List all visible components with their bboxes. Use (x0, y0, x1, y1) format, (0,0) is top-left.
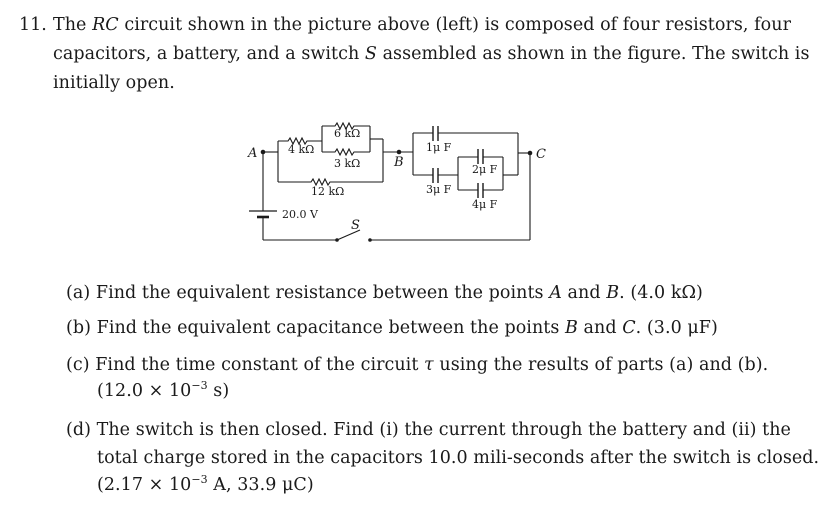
part-a: (a) Find the equivalent resistance betwe… (66, 283, 703, 303)
part-d-line-2: total charge stored in the capacitors 10… (97, 448, 819, 468)
tau-symbol: τ (424, 355, 434, 375)
part-d: (d) The switch is then closed. Find (i) … (66, 420, 791, 440)
part-c: (c) Find the time constant of the circui… (66, 355, 768, 375)
part-label: (c) (66, 355, 90, 375)
part-answer: . (3.0 μF) (635, 318, 718, 338)
part-answer: A, 33.9 μC) (207, 475, 314, 495)
part-text: and (577, 318, 623, 338)
part-text: total charge stored in the capacitors 10… (97, 448, 820, 468)
var: A (549, 283, 562, 303)
capacitor-1uf-label: 1μ F (426, 141, 452, 154)
resistor-6k-label: 6 kΩ (334, 127, 360, 140)
exponent: −3 (191, 379, 208, 392)
part-answer: (2.17 × 10 (97, 475, 192, 495)
resistor-12k-label: 12 kΩ (311, 185, 344, 198)
capacitor-4uf-label: 4μ F (472, 198, 498, 211)
switch-label: S (351, 218, 360, 233)
part-text: The switch is then closed. Find (i) the … (96, 420, 791, 440)
capacitor-2uf-label: 2μ F (472, 163, 498, 176)
capacitor-3uf-label: 3μ F (426, 183, 452, 196)
part-answer: . (4.0 kΩ) (619, 283, 703, 303)
part-answer: s) (207, 381, 230, 401)
node-b-dot (396, 149, 402, 155)
part-text: and (561, 283, 607, 303)
resistor-3k-label: 3 kΩ (334, 157, 360, 170)
part-label: (a) (66, 283, 91, 303)
part-answer: (12.0 × 10 (97, 381, 192, 401)
exponent: −3 (191, 473, 208, 486)
part-c-answer: (12.0 × 10−3 s) (97, 379, 230, 401)
part-label: (b) (66, 318, 92, 338)
part-text: Find the time constant of the circuit (95, 355, 425, 375)
part-label: (d) (66, 420, 92, 440)
var: C (622, 318, 636, 338)
part-text: using the results of parts (a) and (b). (433, 355, 769, 375)
resistor-3k (322, 147, 370, 157)
battery-voltage-label: 20.0 V (282, 208, 319, 221)
node-b-label: B (393, 155, 404, 170)
part-b: (b) Find the equivalent capacitance betw… (66, 318, 718, 338)
part-text: Find the equivalent resistance between t… (95, 283, 550, 303)
part-d-answer: (2.17 × 10−3 A, 33.9 μC) (97, 473, 314, 495)
var: B (565, 318, 578, 338)
resistor-4k-label: 4 kΩ (288, 143, 314, 156)
var: B (606, 283, 620, 303)
part-text: Find the equivalent capacitance between … (96, 318, 565, 338)
node-c-label: C (536, 147, 546, 162)
node-a-label: A (247, 146, 257, 161)
